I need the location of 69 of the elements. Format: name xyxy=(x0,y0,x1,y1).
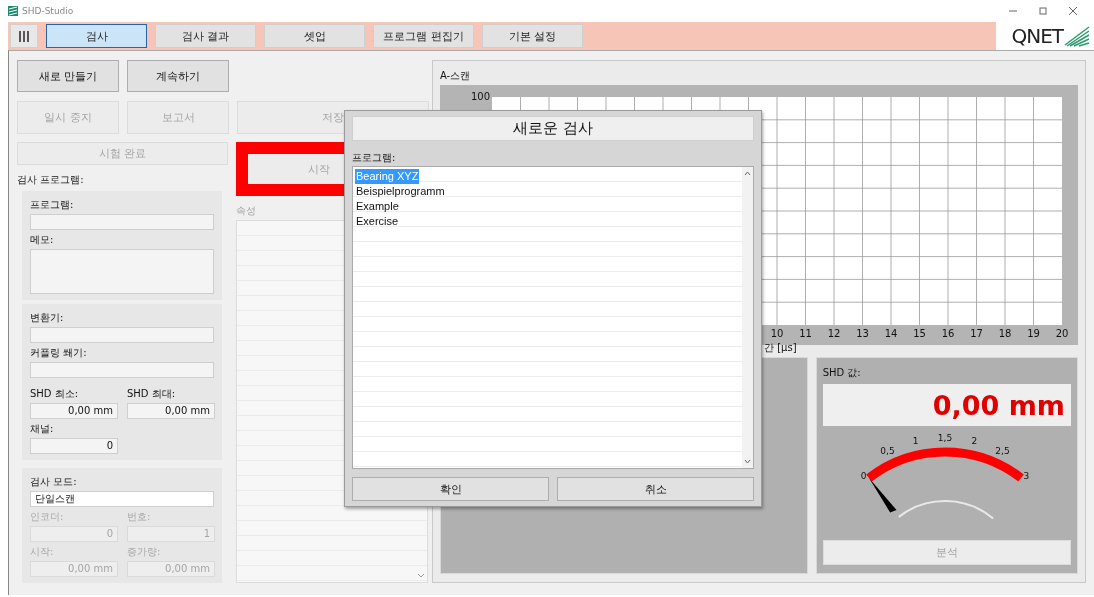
list-item[interactable]: Exercise xyxy=(355,213,400,229)
tab[interactable]: 셋업 xyxy=(264,24,365,48)
list-label: 프로그램: xyxy=(352,150,397,165)
axis-tick-label: 17 xyxy=(969,327,984,339)
field-label: 프로그램: xyxy=(30,198,75,212)
input-field[interactable]: 단일스캔 xyxy=(30,491,214,507)
axis-title: 간 [µs] xyxy=(764,340,797,355)
value-reading: 0,00 mm xyxy=(822,384,1071,426)
field-label: 증가량: xyxy=(127,545,162,559)
maximize-icon[interactable] xyxy=(1038,6,1048,16)
gauge-label: 0 xyxy=(860,470,867,481)
app-icon xyxy=(8,6,18,16)
menu-button[interactable] xyxy=(10,24,38,48)
scroll-down-icon[interactable] xyxy=(417,573,425,579)
close-icon[interactable] xyxy=(1068,6,1078,16)
properties-label: 속성 xyxy=(236,204,256,218)
field-label: SHD 최대: xyxy=(127,387,177,401)
axis-tick-label: 19 xyxy=(1026,327,1041,339)
cancel-button[interactable]: 취소 xyxy=(557,477,754,501)
axis-tick-label: 11 xyxy=(798,327,813,339)
continue-button[interactable]: 계속하기 xyxy=(127,60,229,92)
gauge-label: 3 xyxy=(1023,470,1030,481)
field-label: 메모: xyxy=(30,233,55,247)
tab[interactable]: 프로그램 편집기 xyxy=(373,24,474,48)
gauge-label: 2 xyxy=(971,436,978,447)
axis-tick-label: 16 xyxy=(940,327,956,339)
dialog-title: 새로운 검사 xyxy=(352,116,754,141)
input-field[interactable] xyxy=(30,249,214,294)
input-field[interactable]: 0,00 mm xyxy=(30,403,118,419)
tab[interactable]: 검사 결과 xyxy=(155,24,256,48)
field-label: 변환기: xyxy=(30,311,65,325)
axis-tick-label: 12 xyxy=(826,327,842,339)
new-button[interactable]: 새로 만들기 xyxy=(17,60,119,92)
field-label: 인코더: xyxy=(30,510,65,524)
scrollbar[interactable] xyxy=(742,166,753,469)
tab[interactable]: 기본 설정 xyxy=(482,24,583,48)
input-field[interactable] xyxy=(30,362,214,378)
gauge-label: 1 xyxy=(912,436,919,447)
gauge-label: 0,5 xyxy=(880,445,895,456)
axis-tick-label: 20 xyxy=(1054,327,1070,339)
axis-tick-label: 18 xyxy=(997,327,1013,339)
logo-icon xyxy=(1064,25,1090,47)
logo-text: QNET xyxy=(1011,24,1063,48)
axis-tick-label: 10 xyxy=(769,327,785,339)
axis-tick-label: 13 xyxy=(855,327,870,339)
gauge-label: 1,5 xyxy=(937,434,952,443)
list-item[interactable]: Example xyxy=(355,198,400,214)
gauge-label: 2,5 xyxy=(995,445,1010,456)
scroll-down-icon[interactable] xyxy=(744,459,751,465)
field-label: 커플링 쐐기: xyxy=(30,346,88,360)
field-label: 검사 모드: xyxy=(30,475,78,489)
input-field[interactable] xyxy=(30,327,214,343)
ok-button[interactable]: 확인 xyxy=(352,477,549,501)
scroll-up-icon[interactable] xyxy=(744,170,751,176)
axis-tick-label: 15 xyxy=(912,327,927,339)
section-title: 검사 프로그램: xyxy=(17,173,85,187)
input-field[interactable]: 0 xyxy=(30,438,118,454)
field-label: 채널: xyxy=(30,422,55,436)
input-field[interactable]: 0,00 mm xyxy=(127,403,215,419)
axis-tick-label: 14 xyxy=(883,327,899,339)
chart-title: A-스캔 xyxy=(440,69,472,83)
input-field[interactable] xyxy=(30,214,214,230)
program-list[interactable]: Bearing XYZ Beispielprogramm Example Exercise xyxy=(352,165,754,470)
axis-tick-label: 100 xyxy=(469,90,490,102)
window-title: SHD-Studio xyxy=(22,6,74,16)
value-label: SHD 값: xyxy=(822,366,862,380)
tab[interactable]: 검사 xyxy=(46,24,147,48)
field-label: SHD 최소: xyxy=(30,387,80,401)
menu-icon xyxy=(19,30,29,42)
